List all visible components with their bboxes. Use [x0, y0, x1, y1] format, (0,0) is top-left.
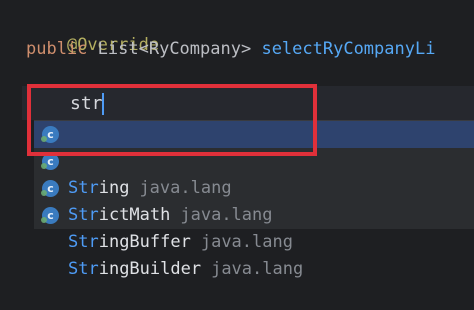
completion-item-label: StringBuilder java.lang	[68, 259, 304, 279]
completion-item-package: java.lang	[211, 259, 304, 279]
public-keyword: public	[26, 39, 88, 59]
open-brace-line: {	[26, 62, 77, 111]
completion-item-stringbuilder[interactable]: c StringBuilder java.lang	[34, 202, 474, 279]
return-type: List<RyCompany>	[97, 39, 252, 59]
class-icon: c	[41, 180, 59, 197]
text-caret	[102, 93, 104, 115]
completion-item-package: java.lang	[200, 232, 293, 252]
class-icon: c	[41, 207, 59, 224]
class-icon: c	[41, 153, 59, 170]
method-name: selectRyCompanyLi	[261, 39, 436, 59]
method-signature-line: public List<RyCompany> selectRyCompanyLi	[26, 36, 435, 62]
completion-popup[interactable]: c String java.lang c StrictMath java.lang …	[34, 120, 474, 279]
class-icon: c	[41, 126, 59, 143]
completion-item-label: StringBuffer java.lang	[68, 232, 293, 252]
completion-item-strictmath[interactable]: c StrictMath java.lang	[34, 148, 474, 225]
completion-item-string[interactable]: c String java.lang	[34, 121, 474, 198]
editor-gutter	[0, 0, 22, 228]
typed-text[interactable]: str	[70, 90, 103, 118]
code-editor[interactable]: @Override public List<RyCompany> selectR…	[0, 0, 474, 279]
completion-item-stringbuffer[interactable]: c StringBuffer java.lang	[34, 175, 474, 252]
annotation-line: @Override	[26, 6, 159, 55]
